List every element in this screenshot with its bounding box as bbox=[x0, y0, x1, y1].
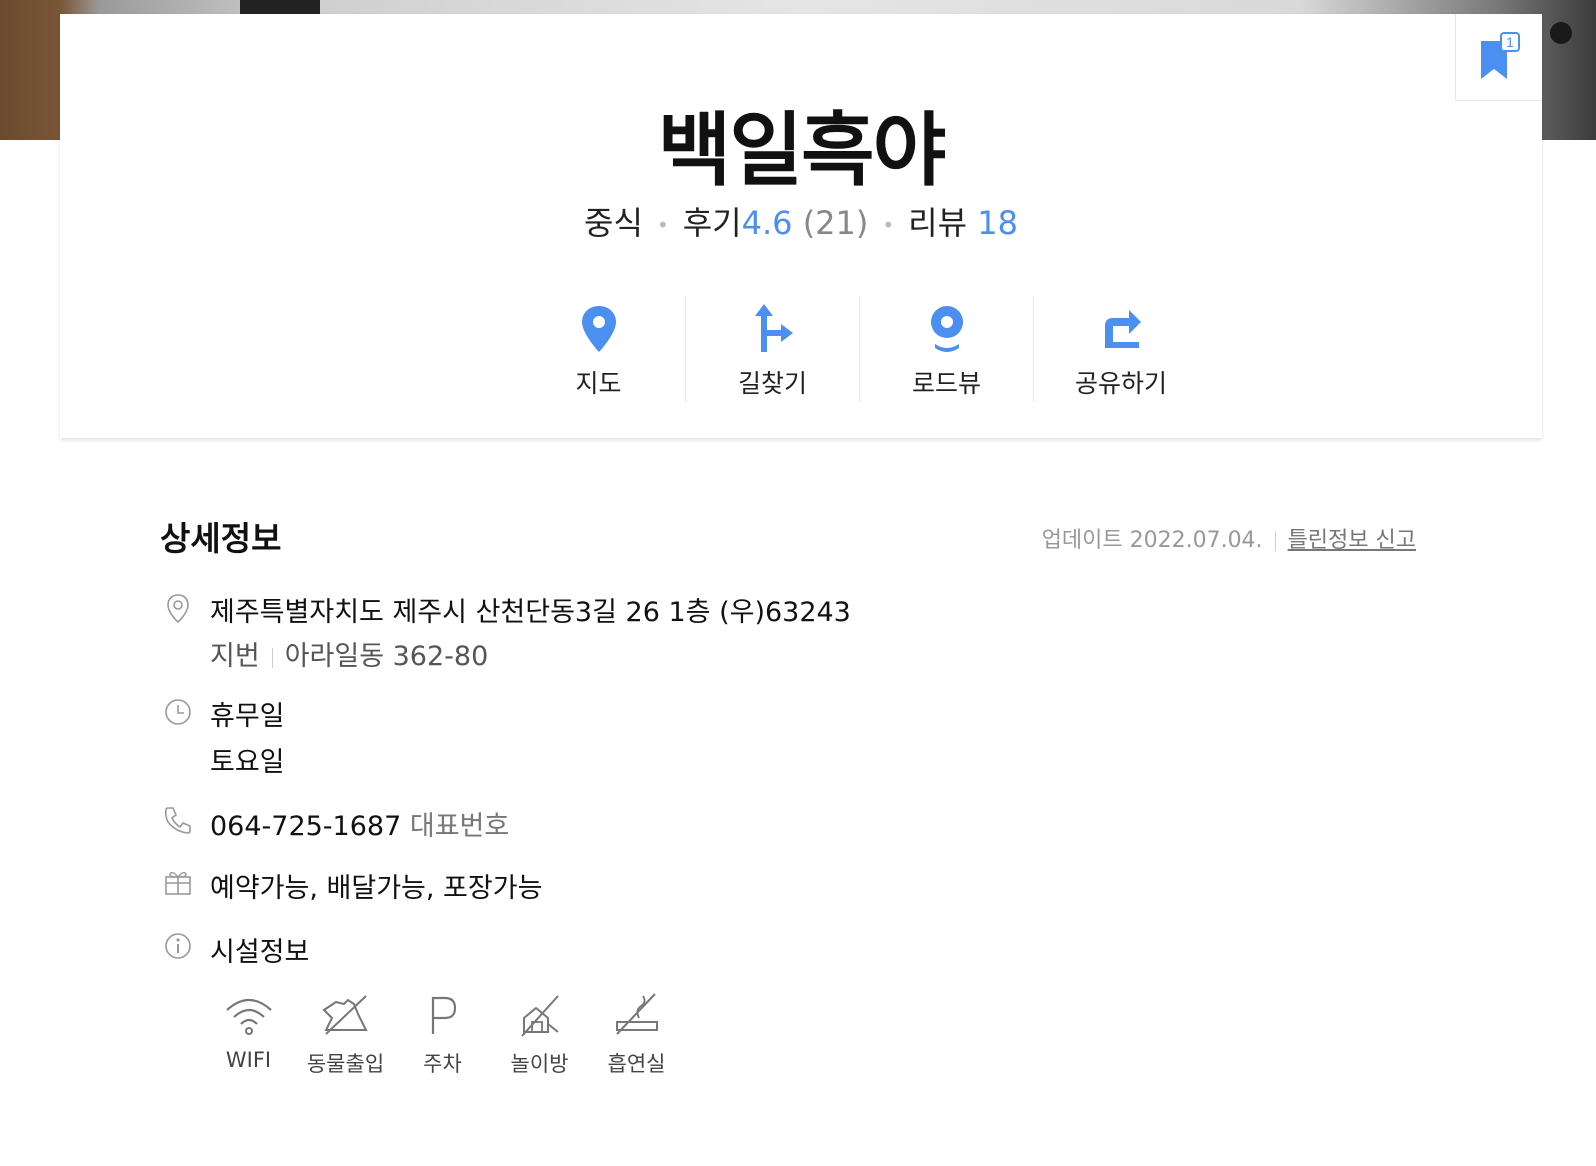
directions-label: 길찾기 bbox=[737, 369, 807, 398]
info-icon bbox=[165, 933, 191, 959]
holiday-value: 토요일 bbox=[210, 747, 285, 778]
phone-type-label: 대표번호 bbox=[409, 811, 510, 842]
facility-label: 동물출입 bbox=[306, 1052, 385, 1076]
facility-label: 놀이방 bbox=[510, 1052, 569, 1076]
bookmark-icon: 1 bbox=[1481, 32, 1520, 79]
review2-label[interactable]: 리뷰 bbox=[908, 204, 967, 242]
parking-icon bbox=[431, 996, 456, 1034]
facility-label: 주차 bbox=[423, 1052, 462, 1076]
map-pin-icon bbox=[581, 306, 616, 352]
photo-fragment-dot bbox=[1550, 22, 1572, 44]
report-wrong-info-link[interactable]: 틀린정보 신고 bbox=[1288, 528, 1416, 553]
map-label: 지도 bbox=[575, 369, 622, 398]
bookmark-count: 1 bbox=[1506, 34, 1514, 50]
facility-list: WIFI 동물출입 주차 놀이방 흡연실 bbox=[200, 990, 685, 1078]
clock-icon bbox=[165, 699, 191, 725]
no-pets-icon bbox=[321, 995, 368, 1035]
detail-section-title: 상세정보 bbox=[160, 519, 282, 558]
lot-address: 아라일동 362-80 bbox=[284, 641, 489, 672]
rating-value[interactable]: 4.6 bbox=[742, 204, 793, 242]
facility-playroom: 놀이방 bbox=[491, 990, 588, 1078]
place-meta: 중식 • 후기4.6 (21) • 리뷰 18 bbox=[60, 198, 1542, 244]
services-text: 예약가능, 배달가능, 포장가능 bbox=[210, 873, 543, 904]
directions-button[interactable]: 길찾기 bbox=[686, 296, 860, 402]
no-smoking-icon bbox=[615, 993, 658, 1035]
place-info-card: 1 백일흑야 중식 • 후기4.6 (21) • 리뷰 18 지도 길찾기 로드… bbox=[60, 14, 1542, 438]
phone-row: 064-725-1687 대표번호 bbox=[162, 804, 762, 843]
category-text: 중식 bbox=[584, 204, 643, 242]
review2-count[interactable]: 18 bbox=[977, 204, 1018, 242]
lot-address-line: 지번 아라일동 362-80 bbox=[210, 634, 488, 673]
update-divider bbox=[1274, 531, 1276, 551]
address-row: 제주특별자치도 제주시 산천단동3길 26 1층 (우)63243 지번 아라일동… bbox=[162, 590, 1062, 673]
share-label: 공유하기 bbox=[1074, 369, 1167, 398]
facility-label: 흡연실 bbox=[607, 1052, 666, 1076]
facility-smoking: 흡연실 bbox=[588, 990, 685, 1078]
services-row: 예약가능, 배달가능, 포장가능 bbox=[162, 866, 762, 904]
meta-separator: • bbox=[656, 213, 669, 237]
road-address: 제주특별자치도 제주시 산천단동3길 26 1층 (우)63243 bbox=[210, 597, 851, 628]
map-button[interactable]: 지도 bbox=[512, 296, 686, 402]
lot-label: 지번 bbox=[210, 641, 260, 672]
wifi-icon bbox=[225, 998, 272, 1035]
roadview-label: 로드뷰 bbox=[911, 369, 981, 398]
action-bar: 지도 길찾기 로드뷰 공유하기 bbox=[512, 296, 1208, 402]
no-playroom-icon bbox=[520, 995, 559, 1037]
holiday-row: 휴무일 토요일 bbox=[162, 694, 762, 784]
share-button[interactable]: 공유하기 bbox=[1034, 296, 1208, 402]
phone-line: 064-725-1687 대표번호 bbox=[210, 804, 509, 843]
update-date: 업데이트 2022.07.04. bbox=[1041, 528, 1263, 553]
update-info: 업데이트 2022.07.04. 틀린정보 신고 bbox=[1042, 522, 1416, 554]
location-pin-icon bbox=[167, 594, 189, 624]
facility-pets: 동물출입 bbox=[297, 990, 394, 1078]
share-icon bbox=[1105, 310, 1141, 348]
phone-number[interactable]: 064-725-1687 bbox=[210, 811, 401, 842]
phone-icon bbox=[164, 807, 191, 834]
roadview-button[interactable]: 로드뷰 bbox=[860, 296, 1034, 402]
meta-separator: • bbox=[882, 213, 895, 237]
facility-wifi: WIFI bbox=[200, 990, 297, 1078]
place-title: 백일흑야 bbox=[657, 104, 946, 197]
gift-icon bbox=[165, 871, 191, 895]
photo-fragment bbox=[240, 0, 320, 14]
roadview-icon bbox=[930, 306, 963, 352]
rating-count: (21) bbox=[802, 204, 869, 242]
lot-divider bbox=[271, 647, 273, 668]
facility-parking: 주차 bbox=[394, 990, 491, 1078]
facility-row: 시설정보 bbox=[162, 930, 762, 968]
facility-title: 시설정보 bbox=[210, 937, 310, 968]
directions-icon bbox=[754, 304, 793, 352]
holiday-label: 휴무일 bbox=[210, 701, 285, 732]
review-label[interactable]: 후기 bbox=[683, 204, 742, 242]
facility-label: WIFI bbox=[225, 1048, 272, 1072]
